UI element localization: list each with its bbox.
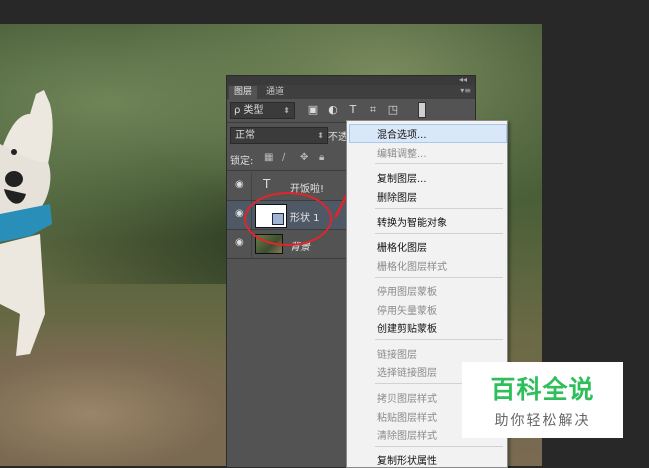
menu-item-select-linked-layers[interactable]: 选择链接图层 [377, 364, 437, 379]
menu-separator [375, 163, 503, 164]
text-layer-icon: T [263, 177, 271, 191]
eye-icon[interactable]: ◉ [235, 208, 244, 219]
lock-position-icon[interactable]: ✥ [300, 152, 308, 163]
eye-icon[interactable]: ◉ [235, 237, 244, 248]
lock-transparent-icon[interactable]: ▦ [264, 152, 273, 163]
menu-item-clear-layer-style[interactable]: 清除图层样式 [377, 427, 437, 442]
tab-channels[interactable]: 通道 [261, 86, 289, 99]
watermark-subtitle: 助你轻松解决 [494, 413, 591, 429]
image-filter-icon[interactable]: ▣ [307, 103, 319, 116]
watermark-logo: 百科全说 助你轻松解决 [462, 362, 623, 438]
text-filter-icon[interactable]: T [347, 103, 359, 116]
select-arrows-icon: ⬍ [317, 131, 324, 140]
menu-item-duplicate-layer[interactable]: 复制图层... [377, 170, 427, 185]
eye-icon[interactable]: ◉ [235, 179, 244, 190]
lock-label: 锁定: [230, 156, 254, 167]
canvas-top-bar [0, 0, 649, 24]
filter-type-select[interactable]: ρ 类型 ⬍ [230, 102, 295, 119]
collapse-icon[interactable]: ◂◂ [459, 75, 467, 84]
panel-tabs: 图层 通道 ▾≡ [227, 85, 475, 99]
smart-object-filter-icon[interactable]: ◳ [387, 103, 399, 116]
adjustment-filter-icon[interactable]: ◐ [327, 103, 339, 116]
select-arrows-icon: ⬍ [283, 106, 290, 115]
menu-item-disable-layer-mask[interactable]: 停用图层蒙板 [377, 283, 437, 298]
menu-separator [375, 208, 503, 209]
menu-highlight [349, 124, 507, 143]
menu-separator [375, 277, 503, 278]
menu-separator [375, 446, 503, 447]
menu-separator [375, 233, 503, 234]
tab-layers[interactable]: 图层 [229, 86, 258, 99]
watermark-title: 百科全说 [490, 375, 595, 404]
blend-mode-value: 正常 [235, 130, 255, 141]
menu-item-link-layers[interactable]: 链接图层 [377, 346, 417, 361]
lock-all-icon[interactable]: 🔒︎ [319, 152, 324, 163]
menu-item-disable-vector-mask[interactable]: 停用矢量蒙板 [377, 302, 437, 317]
dog-image [0, 90, 53, 356]
menu-item-delete-layer[interactable]: 删除图层 [377, 189, 417, 204]
filter-type-label: ρ 类型 [234, 105, 264, 116]
filter-toggle-switch[interactable] [418, 102, 426, 118]
menu-item-copy-layer-style[interactable]: 拷贝图层样式 [377, 390, 437, 405]
menu-item-edit-adjustment[interactable]: 编辑调整... [377, 145, 427, 160]
menu-item-rasterize-layer-style[interactable]: 栅格化图层样式 [377, 258, 447, 273]
lock-image-icon[interactable]: ∕ [282, 152, 285, 163]
menu-item-create-clipping-mask[interactable]: 创建剪贴蒙板 [377, 320, 437, 335]
menu-item-blending-options[interactable]: 混合选项... [377, 126, 427, 141]
menu-item-paste-layer-style[interactable]: 粘贴图层样式 [377, 409, 437, 424]
blend-mode-select[interactable]: 正常 ⬍ [230, 127, 328, 144]
annotation-circle [244, 192, 332, 246]
shape-filter-icon[interactable]: ⌗ [367, 103, 379, 117]
menu-item-copy-shape-attributes[interactable]: 复制形状属性 [377, 452, 437, 467]
panel-menu-icon[interactable]: ▾≡ [460, 86, 471, 95]
menu-item-rasterize-layer[interactable]: 栅格化图层 [377, 239, 427, 254]
panel-title-bar[interactable]: ◂◂ [227, 75, 475, 85]
menu-item-convert-smart-object[interactable]: 转换为智能对象 [377, 214, 447, 229]
menu-separator [375, 339, 503, 340]
